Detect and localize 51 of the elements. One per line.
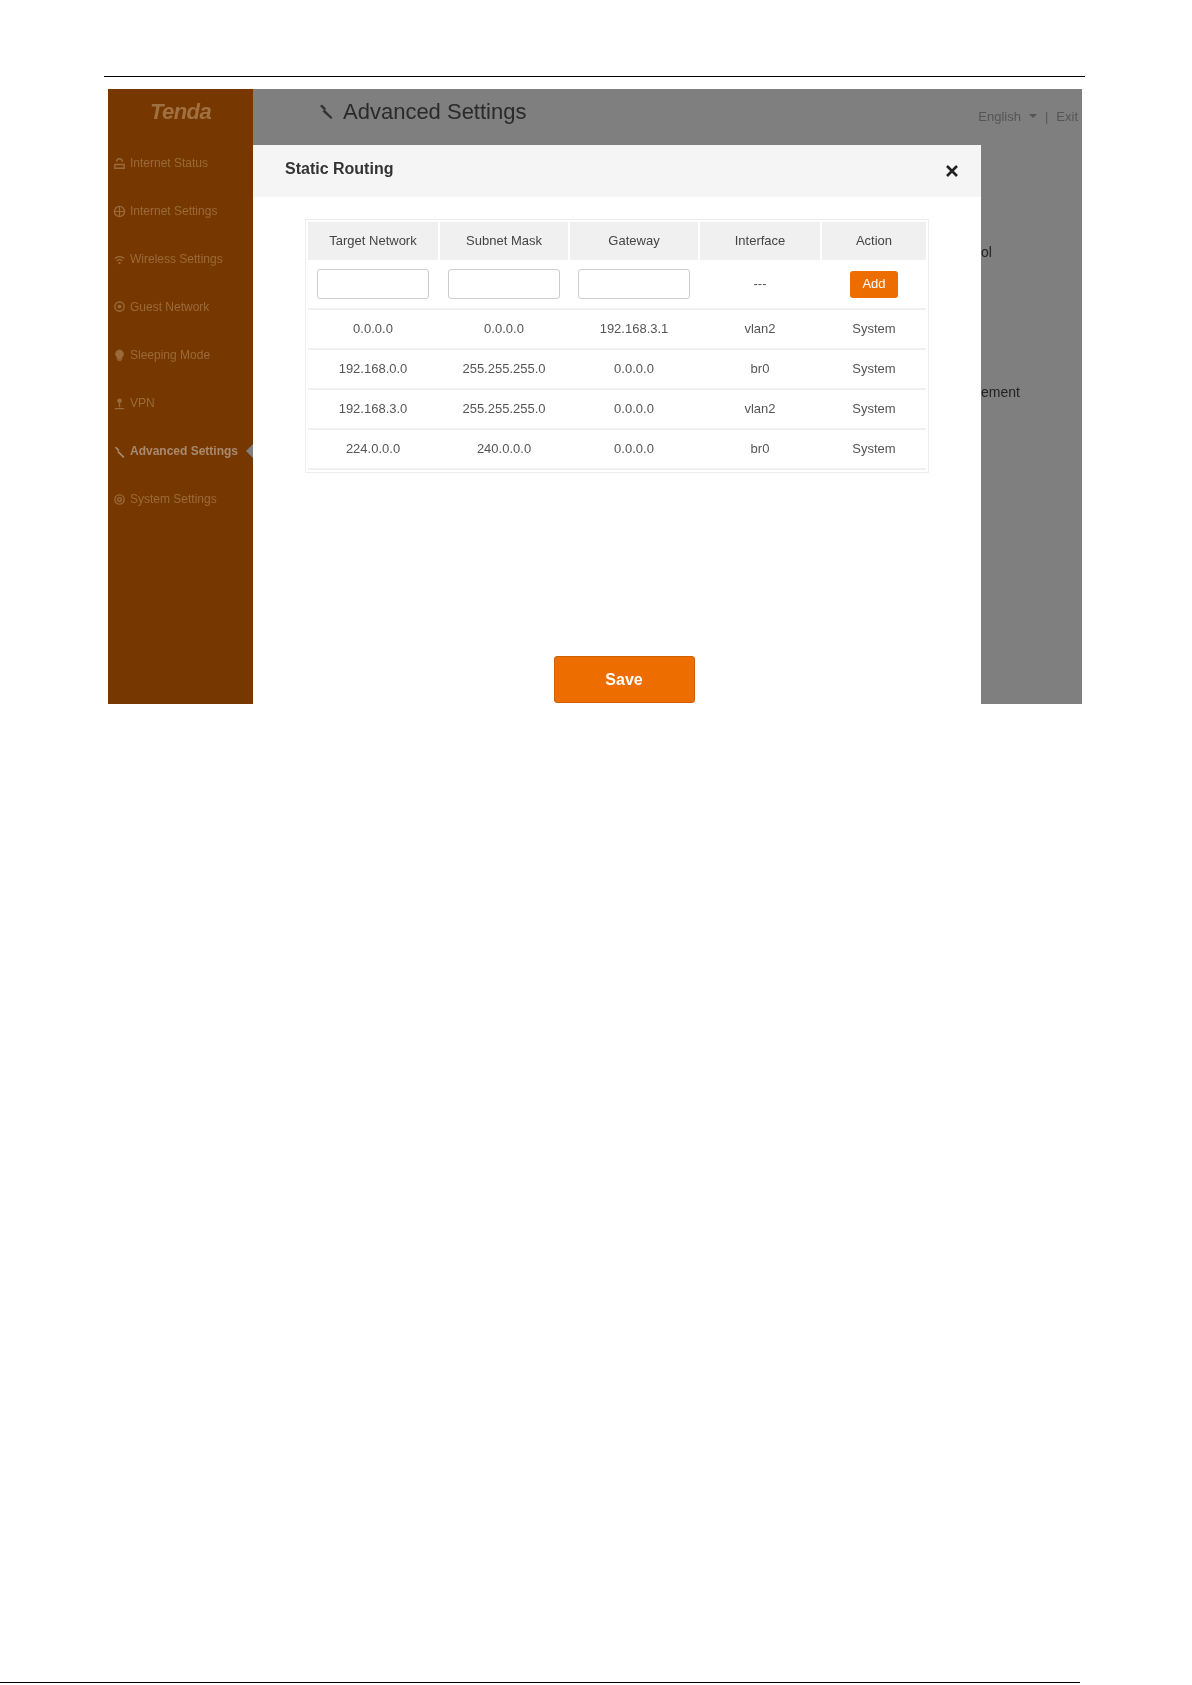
logo: Tenda	[149, 97, 212, 126]
column-header: Subnet Mask	[440, 222, 568, 260]
table-cell-text: 192.168.3.1	[598, 320, 670, 339]
table-cell-text: 192.168.3.0	[337, 400, 409, 419]
table-cell-text: 0.0.0.0	[613, 360, 655, 379]
table-cell-text: 0.0.0.0	[483, 320, 525, 339]
input-field[interactable]	[448, 269, 560, 299]
column-header: Interface	[700, 222, 820, 260]
table-cell-text: vlan2	[743, 400, 777, 419]
sidebar-item[interactable]: VPN	[108, 379, 253, 427]
lightbulb-icon	[113, 348, 126, 362]
router-icon	[113, 156, 126, 170]
sidebar-item[interactable]: Wireless Settings	[108, 235, 253, 283]
table-cell-text: 0.0.0.0	[352, 320, 394, 339]
add-button[interactable]: Add	[850, 270, 898, 298]
dialog-title: Static Routing	[285, 159, 394, 179]
table-cell-text: System	[851, 440, 897, 459]
save-button[interactable]: Save	[553, 656, 695, 703]
column-header: Target Network	[308, 222, 438, 260]
table-cell-text: 240.0.0.0	[475, 440, 533, 459]
sidebar-item[interactable]: Sleeping Mode	[108, 331, 253, 379]
caret-icon	[1028, 114, 1037, 120]
table-cell-text: 224.0.0.0	[344, 440, 402, 459]
sidebar-item[interactable]: Guest Network	[108, 283, 253, 331]
input-field[interactable]	[317, 269, 429, 299]
setting-label: ement	[981, 383, 1021, 402]
close-icon[interactable]	[945, 164, 959, 178]
table-cell-text: 255.255.255.0	[461, 360, 547, 379]
separator: |	[1044, 108, 1049, 126]
input-field[interactable]	[578, 269, 690, 299]
globe-icon	[113, 204, 126, 218]
table-cell-text: 192.168.0.0	[337, 360, 409, 379]
table-cell-text: System	[851, 400, 897, 419]
table-cell-text: 0.0.0.0	[613, 440, 655, 459]
page-title: Advanced Settings	[343, 98, 527, 126]
pin-icon	[113, 396, 126, 410]
table-cell-text: 255.255.255.0	[461, 400, 547, 419]
sidebar-item[interactable]: System Settings	[108, 475, 253, 523]
table-cell-text: 0.0.0.0	[613, 400, 655, 419]
table-cell-text: vlan2	[743, 320, 777, 339]
table-cell-text: System	[851, 360, 897, 379]
setting-label: ol	[981, 243, 993, 262]
column-header: Action	[822, 222, 926, 260]
table-cell-text: ---	[753, 275, 767, 294]
wrench-icon	[113, 444, 126, 458]
table-cell-text: System	[851, 320, 897, 339]
table-cell-text: br0	[749, 440, 771, 459]
column-header: Gateway	[570, 222, 698, 260]
sidebar-item[interactable]: Internet Status	[108, 139, 253, 187]
sidebar-item[interactable]: Internet Settings	[108, 187, 253, 235]
table-cell-text: br0	[749, 360, 771, 379]
